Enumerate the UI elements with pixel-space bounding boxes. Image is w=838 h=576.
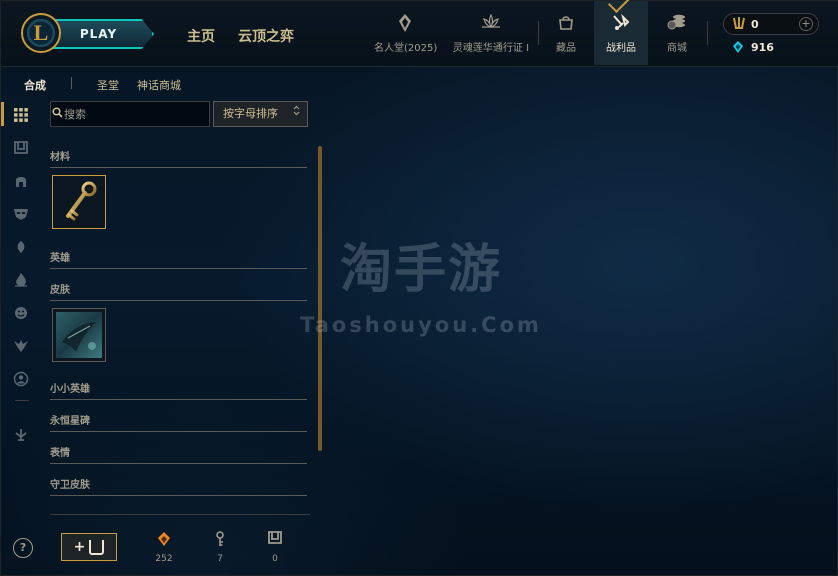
add-chest-button[interactable]: + bbox=[61, 533, 117, 561]
tab-sanctum[interactable]: 圣堂 bbox=[97, 77, 119, 93]
blue-essence-icon bbox=[732, 40, 744, 57]
nav-loot-label: 战利品 bbox=[606, 43, 636, 54]
loot-item-skin-shard[interactable] bbox=[52, 308, 106, 362]
help-button[interactable]: ? bbox=[13, 538, 33, 558]
plus-icon: + bbox=[73, 539, 86, 555]
orange-essence-value: 252 bbox=[155, 554, 173, 564]
section-ward-skins: 守卫皮肤 bbox=[50, 476, 307, 496]
nav-hall-label: 名人堂(2025) bbox=[374, 43, 438, 54]
nav-event-pass-label: 灵魂莲华通行证 I bbox=[452, 43, 530, 54]
play-label: PLAY bbox=[79, 27, 118, 41]
key-icon bbox=[200, 531, 240, 549]
play-button[interactable]: PLAY bbox=[51, 19, 154, 49]
grid-icon[interactable] bbox=[1, 99, 41, 129]
search-box bbox=[50, 101, 210, 127]
loot-icon bbox=[594, 13, 648, 35]
hextech-key-icon bbox=[66, 181, 97, 221]
collection-icon bbox=[548, 13, 584, 35]
section-emotes: 表情 bbox=[50, 444, 307, 464]
helmet-icon[interactable] bbox=[1, 165, 41, 195]
currency-wallet: 0 + 916 bbox=[723, 13, 819, 57]
section-eternals: 永恒星碑 bbox=[50, 412, 307, 432]
wisp-icon[interactable] bbox=[1, 231, 41, 261]
sword-icon[interactable] bbox=[1, 419, 41, 449]
nav-store[interactable]: 商城 bbox=[657, 13, 697, 57]
nav-store-label: 商城 bbox=[667, 43, 687, 54]
nav-separator bbox=[538, 21, 539, 45]
section-materials: 材料 bbox=[50, 148, 307, 168]
keys-value: 7 bbox=[217, 554, 223, 564]
nav-hall-of-legends[interactable]: 名人堂(2025) bbox=[374, 13, 438, 57]
skin-shard-icon bbox=[56, 312, 102, 358]
chest-icon[interactable] bbox=[1, 132, 41, 162]
nav-tft[interactable]: 云顶之弈 bbox=[238, 26, 294, 46]
section-skins: 皮肤 bbox=[50, 281, 307, 301]
league-logo-icon[interactable]: L bbox=[21, 13, 61, 53]
rp-value: 0 bbox=[751, 18, 759, 31]
chests-counter: 0 bbox=[255, 531, 295, 564]
sort-dropdown[interactable]: 按字母排序 bbox=[213, 101, 308, 127]
section-little-legends: 小小英雄 bbox=[50, 380, 307, 400]
loot-screen: PLAY L 主页 云顶之弈 名人堂(2025) 灵魂莲华通行证 I 藏品 战利… bbox=[0, 0, 838, 576]
orange-essence-icon bbox=[144, 531, 184, 549]
chevron-updown-icon bbox=[293, 102, 300, 126]
nav-event-pass[interactable]: 灵魂莲华通行证 I bbox=[452, 13, 530, 57]
profile-icon[interactable] bbox=[1, 363, 41, 393]
add-rp-button[interactable]: + bbox=[799, 17, 813, 31]
emote-icon[interactable] bbox=[1, 297, 41, 327]
watermark-subtitle: Taoshouyou.Com bbox=[300, 313, 542, 337]
top-navigation-bar: PLAY L 主页 云顶之弈 名人堂(2025) 灵魂莲华通行证 I 藏品 战利… bbox=[1, 0, 838, 67]
crystal-icon bbox=[374, 13, 436, 35]
chest-icon bbox=[89, 539, 105, 555]
keys-counter: 7 bbox=[200, 531, 240, 564]
chests-value: 0 bbox=[272, 554, 278, 564]
riot-points-display[interactable]: 0 + bbox=[723, 13, 819, 35]
rail-divider bbox=[15, 400, 29, 401]
blue-essence-value: 916 bbox=[751, 41, 774, 54]
watermark-title: 淘手游 bbox=[339, 240, 502, 300]
nav-collection[interactable]: 藏品 bbox=[548, 13, 584, 57]
ward-icon[interactable] bbox=[1, 330, 41, 360]
loot-item-key-fragment[interactable] bbox=[52, 175, 106, 229]
nav-loot[interactable]: 战利品 bbox=[594, 1, 648, 65]
search-icon bbox=[51, 107, 64, 121]
bottom-divider bbox=[50, 514, 310, 515]
nav-separator bbox=[707, 21, 708, 45]
nav-home[interactable]: 主页 bbox=[187, 26, 215, 46]
sort-label: 按字母排序 bbox=[223, 107, 278, 120]
search-input[interactable] bbox=[64, 107, 209, 121]
loot-category-rail bbox=[1, 97, 41, 477]
subtab-separator bbox=[71, 77, 72, 89]
section-champions: 英雄 bbox=[50, 249, 307, 269]
nav-collection-label: 藏品 bbox=[556, 43, 576, 54]
lotus-icon bbox=[452, 13, 530, 35]
tab-mythic-shop[interactable]: 神话商城 bbox=[137, 77, 181, 93]
mask-icon[interactable] bbox=[1, 198, 41, 228]
rail-active-indicator bbox=[1, 102, 4, 126]
tab-crafting[interactable]: 合成 bbox=[24, 77, 46, 93]
flame-icon[interactable] bbox=[1, 264, 41, 294]
orange-essence-counter: 252 bbox=[144, 531, 184, 564]
chest-icon bbox=[255, 531, 295, 549]
coins-icon bbox=[657, 13, 697, 35]
rp-coin-icon bbox=[733, 16, 745, 33]
